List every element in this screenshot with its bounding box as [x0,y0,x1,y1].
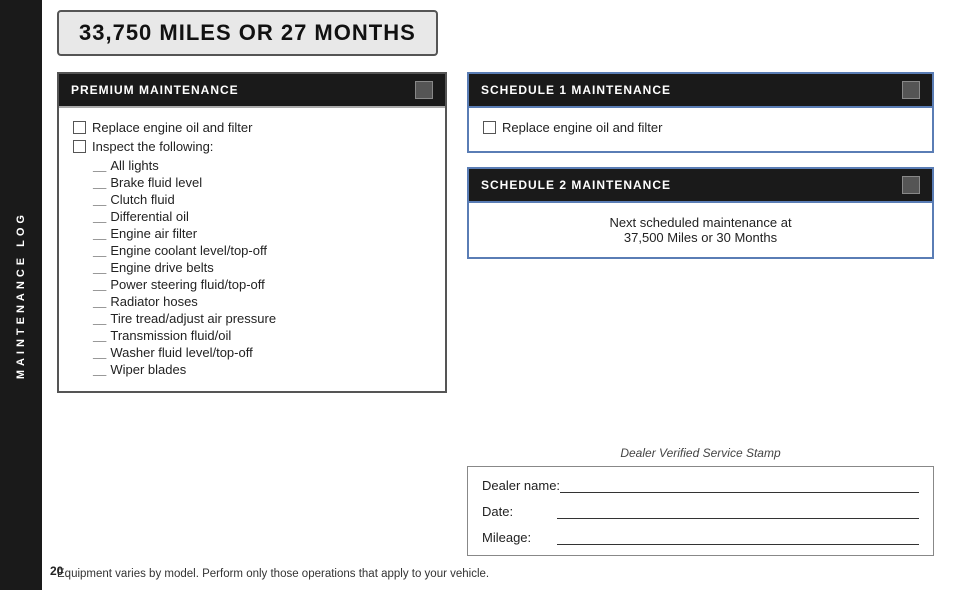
list-item: __Engine drive belts [93,260,431,275]
dealer-name-label: Dealer name: [482,478,560,493]
sidebar: MAINTENANCE LOG [0,0,42,590]
checkbox-2 [73,140,86,153]
dealer-mileage-field: Mileage: [482,529,919,545]
footer-text: Equipment varies by model. Perform only … [57,568,934,580]
list-item: __Clutch fluid [93,192,431,207]
dealer-date-label: Date: [482,504,557,519]
list-item: __Brake fluid level [93,175,431,190]
list-item: __Tire tread/adjust air pressure [93,311,431,326]
premium-body: Replace engine oil and filter Inspect th… [59,106,445,391]
list-item: __Wiper blades [93,362,431,377]
schedule2-icon [902,176,920,194]
schedule2-header-label: Schedule 2 Maintenance [481,178,671,192]
columns-layout: Premium Maintenance Replace engine oil a… [57,72,934,556]
premium-maintenance-box: Premium Maintenance Replace engine oil a… [57,72,447,393]
sub-items-list: __All lights __Brake fluid level __Clutc… [93,158,431,377]
dealer-date-field: Date: [482,503,919,519]
premium-header-icon [415,81,433,99]
sidebar-label: MAINTENANCE LOG [15,211,27,379]
schedule1-body: Replace engine oil and filter [469,106,932,151]
list-item: __Washer fluid level/top-off [93,345,431,360]
dealer-stamp-title: Dealer Verified Service Stamp [467,446,934,460]
dealer-name-line [560,477,919,493]
dealer-mileage-label: Mileage: [482,530,557,545]
schedule2-body: Next scheduled maintenance at 37,500 Mil… [469,201,932,257]
dealer-stamp-section: Dealer Verified Service Stamp Dealer nam… [467,446,934,556]
premium-header: Premium Maintenance [59,74,445,106]
title-bar: 33,750 Miles or 27 Months [57,10,438,56]
list-item: __Engine coolant level/top-off [93,243,431,258]
schedule1-header-label: Schedule 1 Maintenance [481,83,671,97]
list-item: __All lights [93,158,431,173]
list-item: __Differential oil [93,209,431,224]
schedule1-item-1: Replace engine oil and filter [483,120,918,135]
premium-item-2-label: Inspect the following: [92,139,213,154]
schedule1-checkbox [483,121,496,134]
schedule1-icon [902,81,920,99]
premium-item-1-label: Replace engine oil and filter [92,120,252,135]
checkbox-1 [73,121,86,134]
dealer-date-line [557,503,919,519]
list-item: __Engine air filter [93,226,431,241]
schedule1-item-label: Replace engine oil and filter [502,120,662,135]
premium-header-label: Premium Maintenance [71,83,239,97]
list-item: __Power steering fluid/top-off [93,277,431,292]
schedule2-box: Schedule 2 Maintenance Next scheduled ma… [467,167,934,259]
premium-item-1: Replace engine oil and filter [73,120,431,135]
right-column: Schedule 1 Maintenance Replace engine oi… [467,72,934,556]
page-title: 33,750 Miles or 27 Months [79,20,416,46]
dealer-name-field: Dealer name: [482,477,919,493]
next-text-line2: 37,500 Miles or 30 Months [483,230,918,245]
main-content: 33,750 Miles or 27 Months Premium Mainte… [42,0,954,590]
schedule1-box: Schedule 1 Maintenance Replace engine oi… [467,72,934,153]
page-number: 20 [50,564,63,578]
premium-item-2: Inspect the following: [73,139,431,154]
dealer-mileage-line [557,529,919,545]
left-column: Premium Maintenance Replace engine oil a… [57,72,447,556]
list-item: __Radiator hoses [93,294,431,309]
schedule2-header: Schedule 2 Maintenance [469,169,932,201]
dealer-stamp-box: Dealer name: Date: Mileage: [467,466,934,556]
schedule1-header: Schedule 1 Maintenance [469,74,932,106]
next-text-line1: Next scheduled maintenance at [483,215,918,230]
list-item: __Transmission fluid/oil [93,328,431,343]
